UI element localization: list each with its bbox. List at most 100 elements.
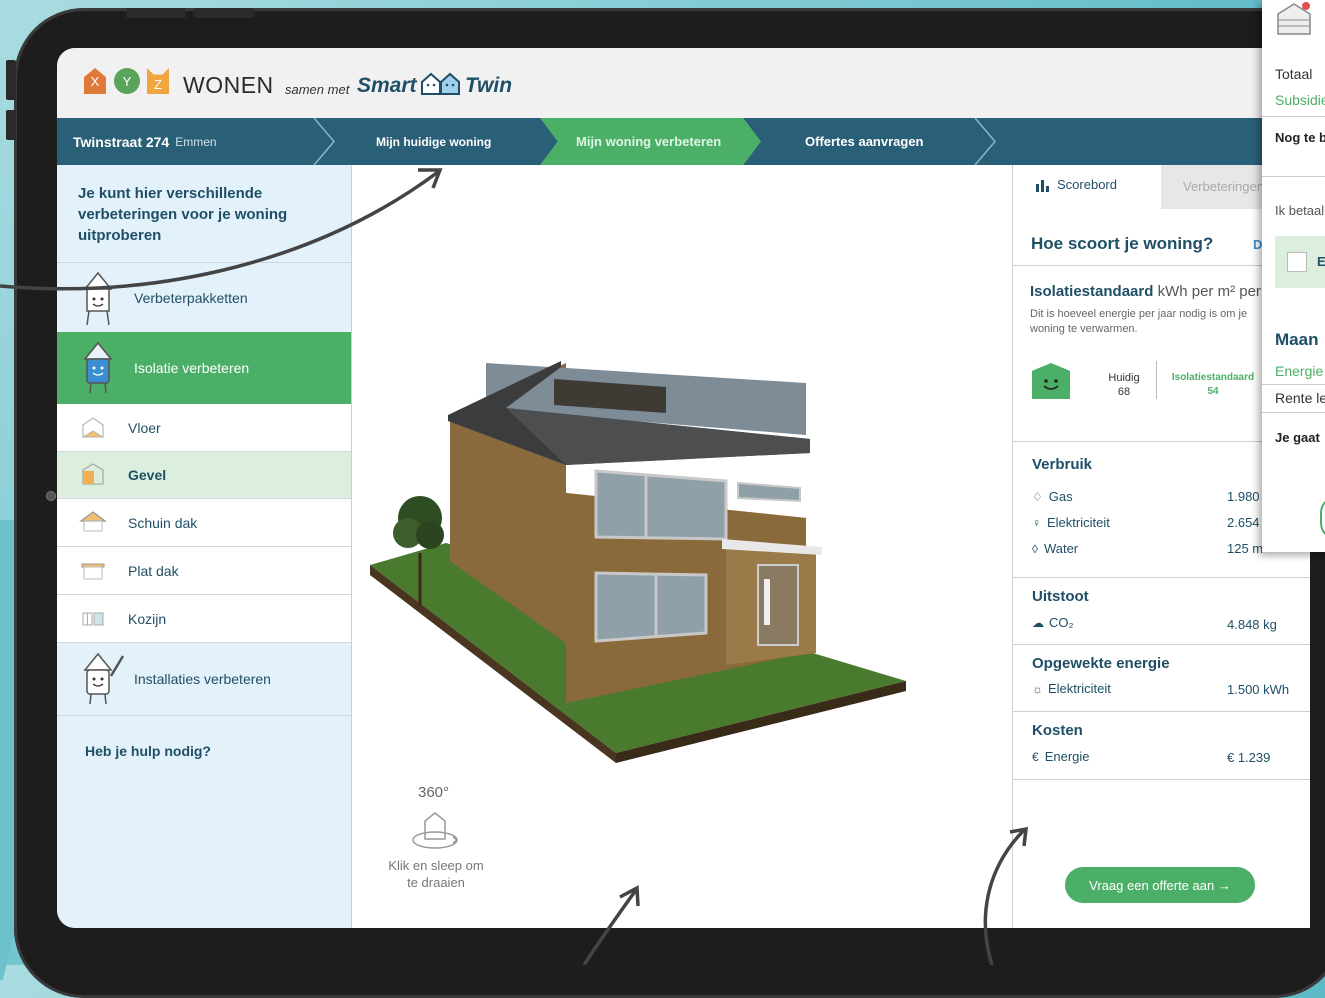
cloud-icon: ☁ <box>1032 615 1044 630</box>
tablet-button <box>194 8 254 18</box>
step-offertes-aanvragen[interactable]: Offertes aanvragen <box>805 118 924 165</box>
sidebar-item-label: Verbeterpakketten <box>134 289 248 306</box>
uitstoot-title: Uitstoot <box>1032 588 1089 605</box>
current-value: 68 <box>1117 386 1131 398</box>
electricity-label: Elektriciteit <box>1047 515 1110 530</box>
logo-letter: Z <box>154 76 162 92</box>
energie-label: Energie <box>1275 363 1324 379</box>
tab-scorebord[interactable]: Scorebord <box>1035 177 1117 192</box>
details-link[interactable]: D <box>1253 237 1262 252</box>
logo-x-icon: X <box>84 68 106 94</box>
solar-panel-icon: ☼ <box>1032 681 1043 696</box>
energy-cost-row: € Energie <box>1032 749 1090 764</box>
sidebar-item-verbeterpakketten[interactable]: Verbeterpakketten <box>57 263 351 332</box>
subsidie-label: Subsidie <box>1275 92 1325 108</box>
je-gaat-label: Je gaat <box>1275 430 1320 445</box>
electricity-row: ♀ Elektriciteit <box>1032 515 1110 530</box>
step-navigation: Twinstraat 274 Emmen Mijn huidige woning… <box>57 118 1310 165</box>
logo-z-icon: Z <box>147 68 169 94</box>
payment-option-label: E <box>1317 254 1325 269</box>
nog-te-betalen-label: Nog te b <box>1275 130 1325 145</box>
sidebar-item-label: Vloer <box>128 419 161 436</box>
payment-option[interactable]: E <box>1275 236 1325 288</box>
step-mijn-huidige-woning[interactable]: Mijn huidige woning <box>376 118 491 165</box>
standard-label: Isolatiestandaard <box>1171 372 1255 383</box>
current-score: Huidig 68 <box>1106 371 1142 399</box>
current-label: Huidig <box>1108 372 1140 384</box>
tablet-side-button <box>6 60 16 100</box>
popup-button-edge[interactable] <box>1320 496 1325 540</box>
tagline: samen met <box>285 82 350 97</box>
divider <box>1013 577 1310 578</box>
maandlasten-title: Maan <box>1275 330 1319 349</box>
sidebar-item-label: Plat dak <box>128 562 179 579</box>
app-screen: X Y Z WONEN samen met Smart Twin Twinstr… <box>57 48 1310 928</box>
address-street: Twinstraat 274 <box>73 133 170 150</box>
tablet-button <box>126 8 186 18</box>
step-mijn-woning-verbeteren[interactable]: Mijn woning verbeteren <box>576 118 721 165</box>
score-smiley-icon <box>1032 363 1070 399</box>
logo-letter: X <box>90 73 100 89</box>
tab-label: Verbeteringen <box>1183 179 1264 194</box>
improvement-sidebar: Je kunt hier verschillende verbeteringen… <box>57 165 352 928</box>
sidebar-item-installaties-verbeteren[interactable]: Installaties verbeteren <box>57 643 351 715</box>
sidebar-item-plat-dak[interactable]: Plat dak <box>57 547 351 594</box>
logo-letter: Y <box>122 73 132 89</box>
address-crumb[interactable]: Twinstraat 274 Emmen <box>73 118 217 165</box>
standard-score: Isolatiestandaard 54 <box>1167 371 1259 399</box>
house-3d-viewer[interactable]: 360° Klik en sleep om te draaien <box>352 165 1012 928</box>
bar-chart-icon <box>1036 179 1049 192</box>
pitched-roof-icon <box>79 511 107 532</box>
payment-checkbox[interactable] <box>1287 252 1307 272</box>
camera-icon <box>46 491 56 501</box>
generated-label: Elektriciteit <box>1048 681 1111 696</box>
co2-row: ☁ CO₂ <box>1032 615 1074 630</box>
standard-value: 54 <box>1207 386 1219 397</box>
coins-icon: € <box>1032 749 1039 764</box>
tab-label: Scorebord <box>1057 177 1117 192</box>
gas-value: 1.980 <box>1227 489 1260 504</box>
sidebar-intro: Je kunt hier verschillende verbeteringen… <box>78 185 288 244</box>
sidebar-item-label: Schuin dak <box>128 514 198 531</box>
energy-cost-value: € 1.239 <box>1227 750 1271 765</box>
isolation-description: Dit is hoeveel energie per jaar nodig is… <box>1030 308 1248 335</box>
rotate-degrees: 360° <box>418 784 450 801</box>
sidebar-item-kozijn[interactable]: Kozijn <box>57 595 351 642</box>
sidebar-item-gevel[interactable]: Gevel <box>57 452 351 498</box>
partner-name-part2: Twin <box>465 74 513 97</box>
flat-roof-icon <box>81 563 105 580</box>
sidebar-item-label: Kozijn <box>128 610 167 627</box>
window-frame-icon <box>82 612 104 626</box>
generated-value: 1.500 kWh <box>1227 682 1290 697</box>
scoreboard-title: Hoe scoort je woning? <box>1031 234 1214 253</box>
brand-name: WONEN <box>183 72 274 98</box>
verbruik-title: Verbruik <box>1032 456 1093 473</box>
divider <box>1013 644 1310 645</box>
divider <box>1262 116 1325 117</box>
help-link[interactable]: Heb je hulp nodig? <box>57 739 351 763</box>
app-header: X Y Z WONEN samen met Smart Twin <box>57 48 1310 118</box>
co2-label: CO₂ <box>1049 615 1074 630</box>
divider <box>1013 779 1310 780</box>
divider <box>57 715 351 716</box>
help-label: Heb je hulp nodig? <box>85 743 211 759</box>
water-row: ◊ Water <box>1032 541 1078 556</box>
divider <box>1262 384 1325 385</box>
droplet-icon: ◊ <box>1032 541 1038 556</box>
tablet-side-button <box>6 110 16 140</box>
divider <box>1262 412 1325 413</box>
request-quote-button[interactable]: Vraag een offerte aan → <box>1065 867 1255 903</box>
sidebar-item-schuin-dak[interactable]: Schuin dak <box>57 499 351 546</box>
isolation-label: Isolatiestandaard <box>1030 283 1154 300</box>
generated-row: ☼ Elektriciteit <box>1032 681 1111 696</box>
facade-icon <box>82 463 104 485</box>
opgewekt-title: Opgewekte energie <box>1032 655 1170 672</box>
house-3d-model <box>370 361 906 763</box>
rotate-360-icon <box>412 812 459 849</box>
sidebar-item-vloer[interactable]: Vloer <box>57 404 351 451</box>
sidebar-item-isolatie-verbeteren[interactable]: Isolatie verbeteren <box>57 332 351 404</box>
toolkit-mascot-icon <box>83 271 113 326</box>
rente-label: Rente le <box>1275 390 1325 406</box>
sidebar-item-label: Gevel <box>128 467 167 483</box>
co2-value: 4.848 kg <box>1227 617 1277 632</box>
